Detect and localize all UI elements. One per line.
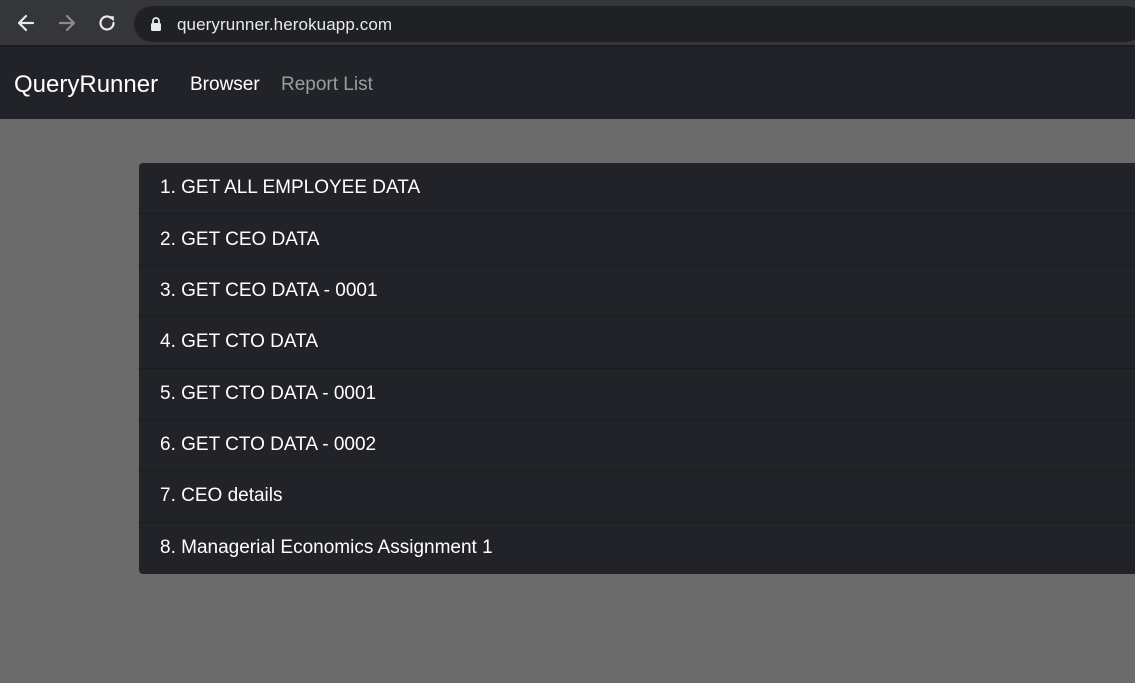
forward-button[interactable] (54, 10, 80, 36)
nav-link-browser[interactable]: Browser (190, 74, 260, 96)
query-list-item[interactable]: 6. GET CTO DATA - 0002 (139, 420, 1135, 472)
brand-logo-text[interactable]: QueryRunner (14, 71, 158, 99)
query-list-item[interactable]: 7. CEO details (139, 471, 1135, 523)
nav-link-report-list[interactable]: Report List (281, 74, 373, 96)
arrow-left-icon (17, 14, 35, 32)
query-list-item[interactable]: 8. Managerial Economics Assignment 1 (139, 523, 1135, 574)
query-list-item[interactable]: 2. GET CEO DATA (139, 214, 1135, 266)
lock-icon (151, 17, 161, 31)
arrow-right-icon (58, 14, 76, 32)
query-list: 1. GET ALL EMPLOYEE DATA 2. GET CEO DATA… (139, 163, 1135, 574)
app-navbar: QueryRunner Browser Report List (0, 47, 1135, 119)
query-list-item[interactable]: 5. GET CTO DATA - 0001 (139, 369, 1135, 420)
query-list-item[interactable]: 4. GET CTO DATA (139, 317, 1135, 369)
url-text: queryrunner.herokuapp.com (177, 15, 393, 34)
browser-toolbar: queryrunner.herokuapp.com (0, 0, 1135, 47)
reload-button[interactable] (94, 10, 120, 36)
reload-icon (99, 15, 115, 31)
query-list-item[interactable]: 1. GET ALL EMPLOYEE DATA (139, 163, 1135, 215)
query-list-item[interactable]: 3. GET CEO DATA - 0001 (139, 266, 1135, 318)
address-bar[interactable]: queryrunner.herokuapp.com (134, 6, 1135, 42)
back-button[interactable] (13, 10, 39, 36)
